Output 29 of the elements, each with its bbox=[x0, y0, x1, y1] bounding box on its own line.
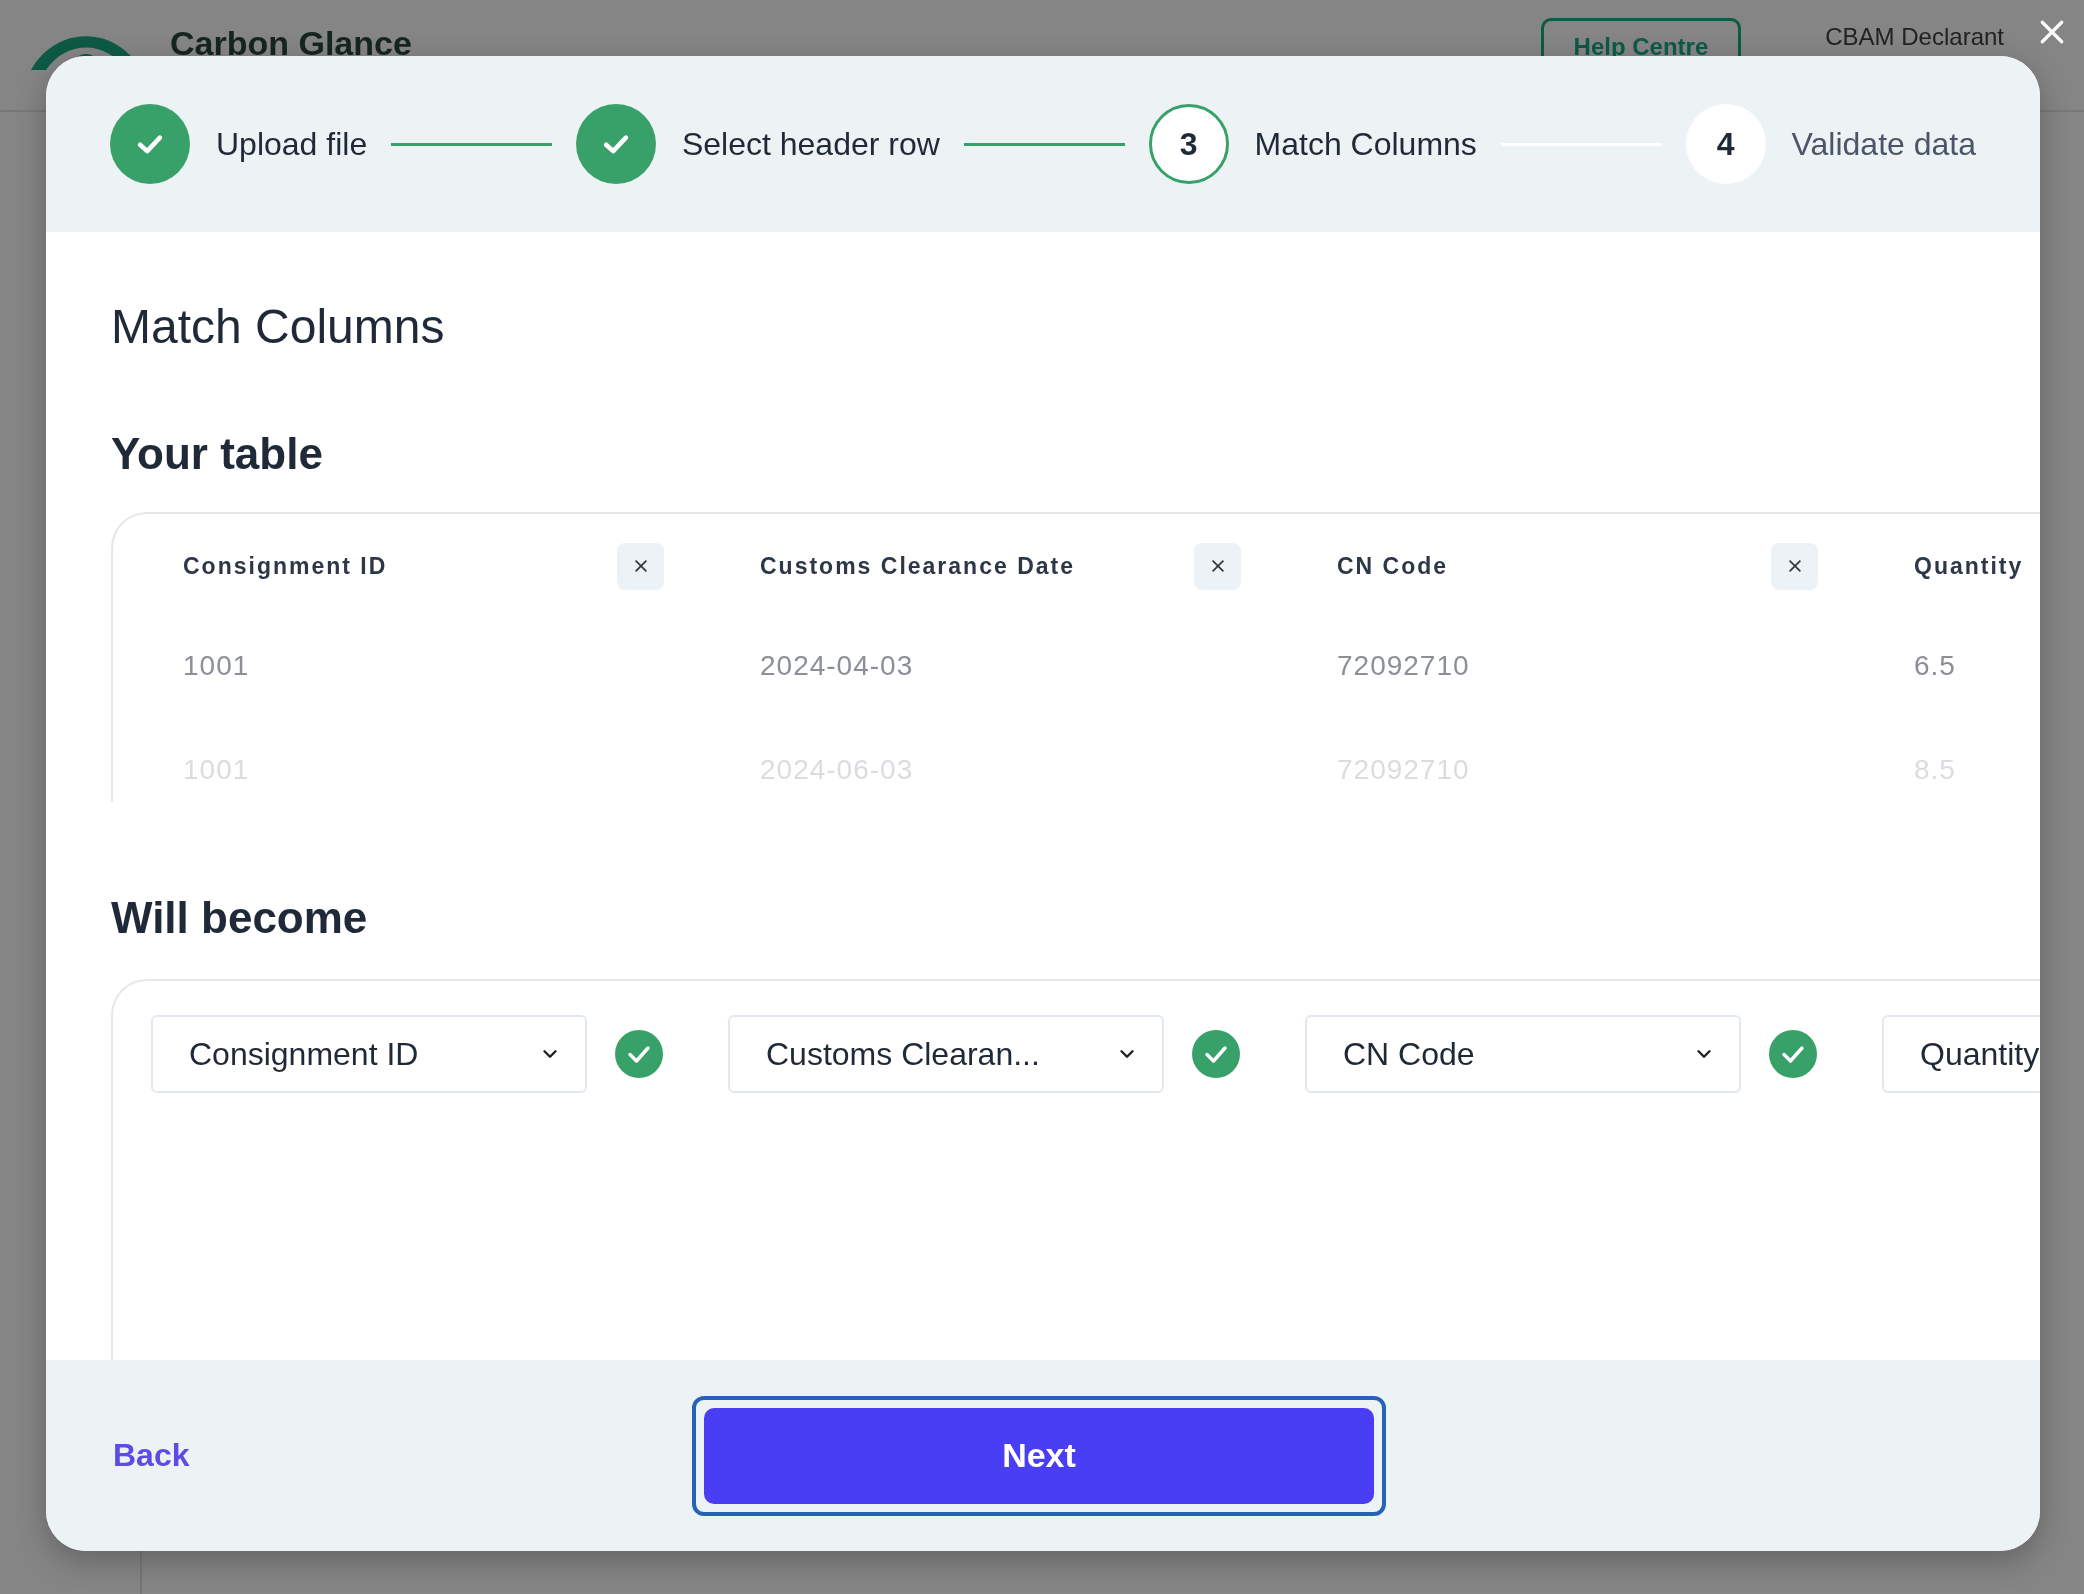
remove-column-button[interactable] bbox=[1771, 542, 1818, 590]
column-select[interactable]: Consignment ID bbox=[151, 1015, 587, 1094]
next-button[interactable]: Next bbox=[704, 1407, 1374, 1504]
column-select[interactable]: CN Code bbox=[1305, 1015, 1741, 1094]
table-cell: 6.5 bbox=[1914, 650, 1956, 683]
section-heading: Your table bbox=[111, 427, 324, 480]
step-label: Validate data bbox=[1791, 125, 1976, 163]
section-heading: Will become bbox=[111, 892, 369, 945]
remove-column-button[interactable] bbox=[617, 542, 664, 590]
column-header: Consignment ID bbox=[183, 552, 389, 580]
back-link[interactable]: Back bbox=[113, 1437, 692, 1474]
step-number: 4 bbox=[1685, 104, 1766, 184]
app-name: Carbon Glance bbox=[170, 23, 412, 63]
page-title: Match Columns bbox=[111, 299, 446, 355]
remove-column-button[interactable] bbox=[1194, 542, 1241, 590]
column-header: Quantity bbox=[1914, 552, 2025, 580]
step-label: Match Columns bbox=[1254, 125, 1477, 163]
table-cell: 1001 bbox=[183, 650, 250, 683]
step-label: Upload file bbox=[216, 125, 368, 163]
close-icon[interactable] bbox=[2039, 19, 2065, 45]
account-menu[interactable]: CBAM Declarant bbox=[1825, 23, 2004, 51]
table-cell: 2024-04-03 bbox=[760, 650, 914, 683]
column-select[interactable]: Customs Clearan... bbox=[728, 1015, 1164, 1094]
table-cell: 72092710 bbox=[1337, 650, 1470, 683]
step-number: 3 bbox=[1148, 104, 1229, 184]
column-select[interactable]: Quantity bbox=[1882, 1015, 2040, 1094]
column-header: CN Code bbox=[1337, 552, 1450, 580]
step-label: Select header row bbox=[681, 125, 940, 163]
column-header: Customs Clearance Date bbox=[760, 552, 1076, 580]
